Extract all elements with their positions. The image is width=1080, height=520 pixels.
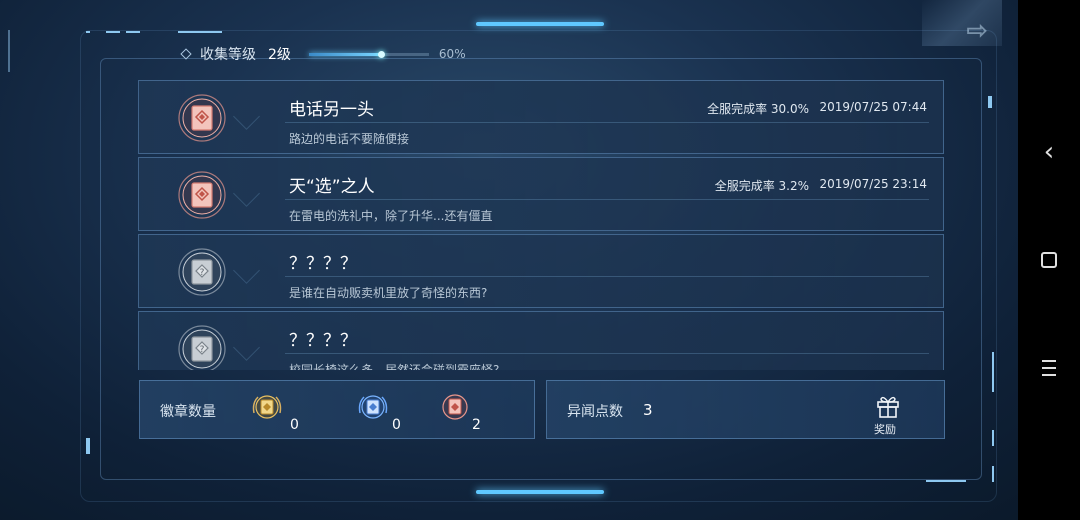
list-item[interactable]: 电话另一头 全服完成率 30.0% 2019/07/25 07:44 路边的电话…	[138, 80, 944, 154]
entry-completion-rate: 全服完成率 3.2%	[714, 179, 809, 193]
level-label: 收集等级	[200, 47, 256, 63]
points-value: 3	[643, 401, 653, 419]
top-glow-bar	[476, 22, 604, 26]
entry-title: 电话另一头	[289, 100, 374, 120]
locked-badge-icon: ?	[178, 325, 226, 370]
game-screen: ⇨ 收集等级 2级 60% 电话另一头 全服完成率 30.0% 2019/07/…	[0, 0, 1018, 520]
divider	[285, 353, 929, 354]
list-item[interactable]: 天“选”之人 全服完成率 3.2% 2019/07/25 23:14 在雷电的洗…	[138, 157, 944, 231]
divider	[285, 199, 929, 200]
menu-icon[interactable]	[1018, 348, 1080, 388]
level-progress-text: 60%	[438, 47, 466, 61]
entry-date: 2019/07/25 23:14	[819, 177, 927, 191]
entry-description: 是谁在自动贩卖机里放了奇怪的东西?	[289, 286, 488, 300]
badge-count-label: 徽章数量	[160, 404, 216, 420]
tick-decoration	[992, 352, 994, 392]
anecdote-list[interactable]: 电话另一头 全服完成率 30.0% 2019/07/25 07:44 路边的电话…	[138, 80, 944, 370]
gold-badge-icon	[252, 395, 282, 419]
blue-badge-icon	[358, 395, 388, 419]
chevron-decoration	[233, 334, 260, 361]
bronze-badge-icon	[442, 394, 468, 420]
entry-title: ？？？？	[289, 331, 357, 351]
list-item[interactable]: ? ？？？？ 校园长椅这么多，居然还会碰到霸座怪?	[138, 311, 944, 370]
tick-decoration	[992, 466, 994, 482]
blue-badge-count: 0	[392, 417, 401, 433]
back-icon[interactable]: ‹	[1018, 132, 1080, 172]
badge-count-panel: 徽章数量 0 0 2	[139, 380, 535, 439]
locked-badge-icon: ?	[178, 248, 226, 296]
chevron-decoration	[233, 103, 260, 130]
points-label: 异闻点数	[567, 404, 623, 420]
entry-description: 路边的电话不要随便接	[289, 132, 410, 146]
tick-decoration	[106, 31, 120, 33]
level-progress-knob	[377, 50, 385, 58]
entry-description: 在雷电的洗礼中，除了升华...还有僵直	[289, 209, 493, 223]
entry-date: 2019/07/25 07:44	[819, 100, 927, 114]
corner-decoration	[922, 0, 1002, 46]
unlocked-badge-icon	[178, 171, 226, 219]
divider	[285, 122, 929, 123]
entry-title: ？？？？	[289, 254, 357, 274]
chevron-decoration	[233, 257, 260, 284]
diamond-icon	[180, 48, 192, 60]
tick-decoration	[178, 31, 222, 33]
level-progress-fill	[308, 52, 381, 56]
tick-decoration	[126, 31, 140, 33]
list-item[interactable]: ? ？？？？ 是谁在自动贩卖机里放了奇怪的东西?	[138, 234, 944, 308]
collection-level: 收集等级 2级 60%	[180, 44, 466, 64]
gold-badge-count: 0	[290, 417, 299, 433]
entry-completion-rate: 全服完成率 30.0%	[707, 102, 809, 116]
anecdote-points-panel: 异闻点数 3 奖励	[546, 380, 945, 439]
chevron-decoration	[233, 180, 260, 207]
svg-text:?: ?	[200, 268, 205, 278]
svg-text:?: ?	[200, 345, 205, 355]
gift-icon[interactable]	[875, 393, 901, 419]
bottom-glow-bar	[476, 490, 604, 494]
entry-description: 校园长椅这么多，居然还会碰到霸座怪?	[289, 363, 500, 370]
tick-decoration	[86, 438, 90, 454]
tick-decoration	[926, 480, 966, 482]
home-icon[interactable]	[1018, 240, 1080, 280]
tick-decoration	[8, 30, 10, 72]
arrow-right-icon: ⇨	[966, 16, 988, 46]
reward-button-label[interactable]: 奖励	[874, 421, 896, 437]
tick-decoration	[86, 31, 90, 33]
bronze-badge-count: 2	[472, 417, 481, 433]
divider	[285, 276, 929, 277]
unlocked-badge-icon	[178, 94, 226, 142]
entry-title: 天“选”之人	[289, 177, 375, 197]
system-navigation-bar: ‹	[1018, 0, 1080, 520]
level-progress-bar	[308, 50, 429, 58]
tick-decoration	[992, 430, 994, 446]
tick-decoration	[988, 96, 992, 108]
level-value: 2级	[268, 47, 291, 63]
